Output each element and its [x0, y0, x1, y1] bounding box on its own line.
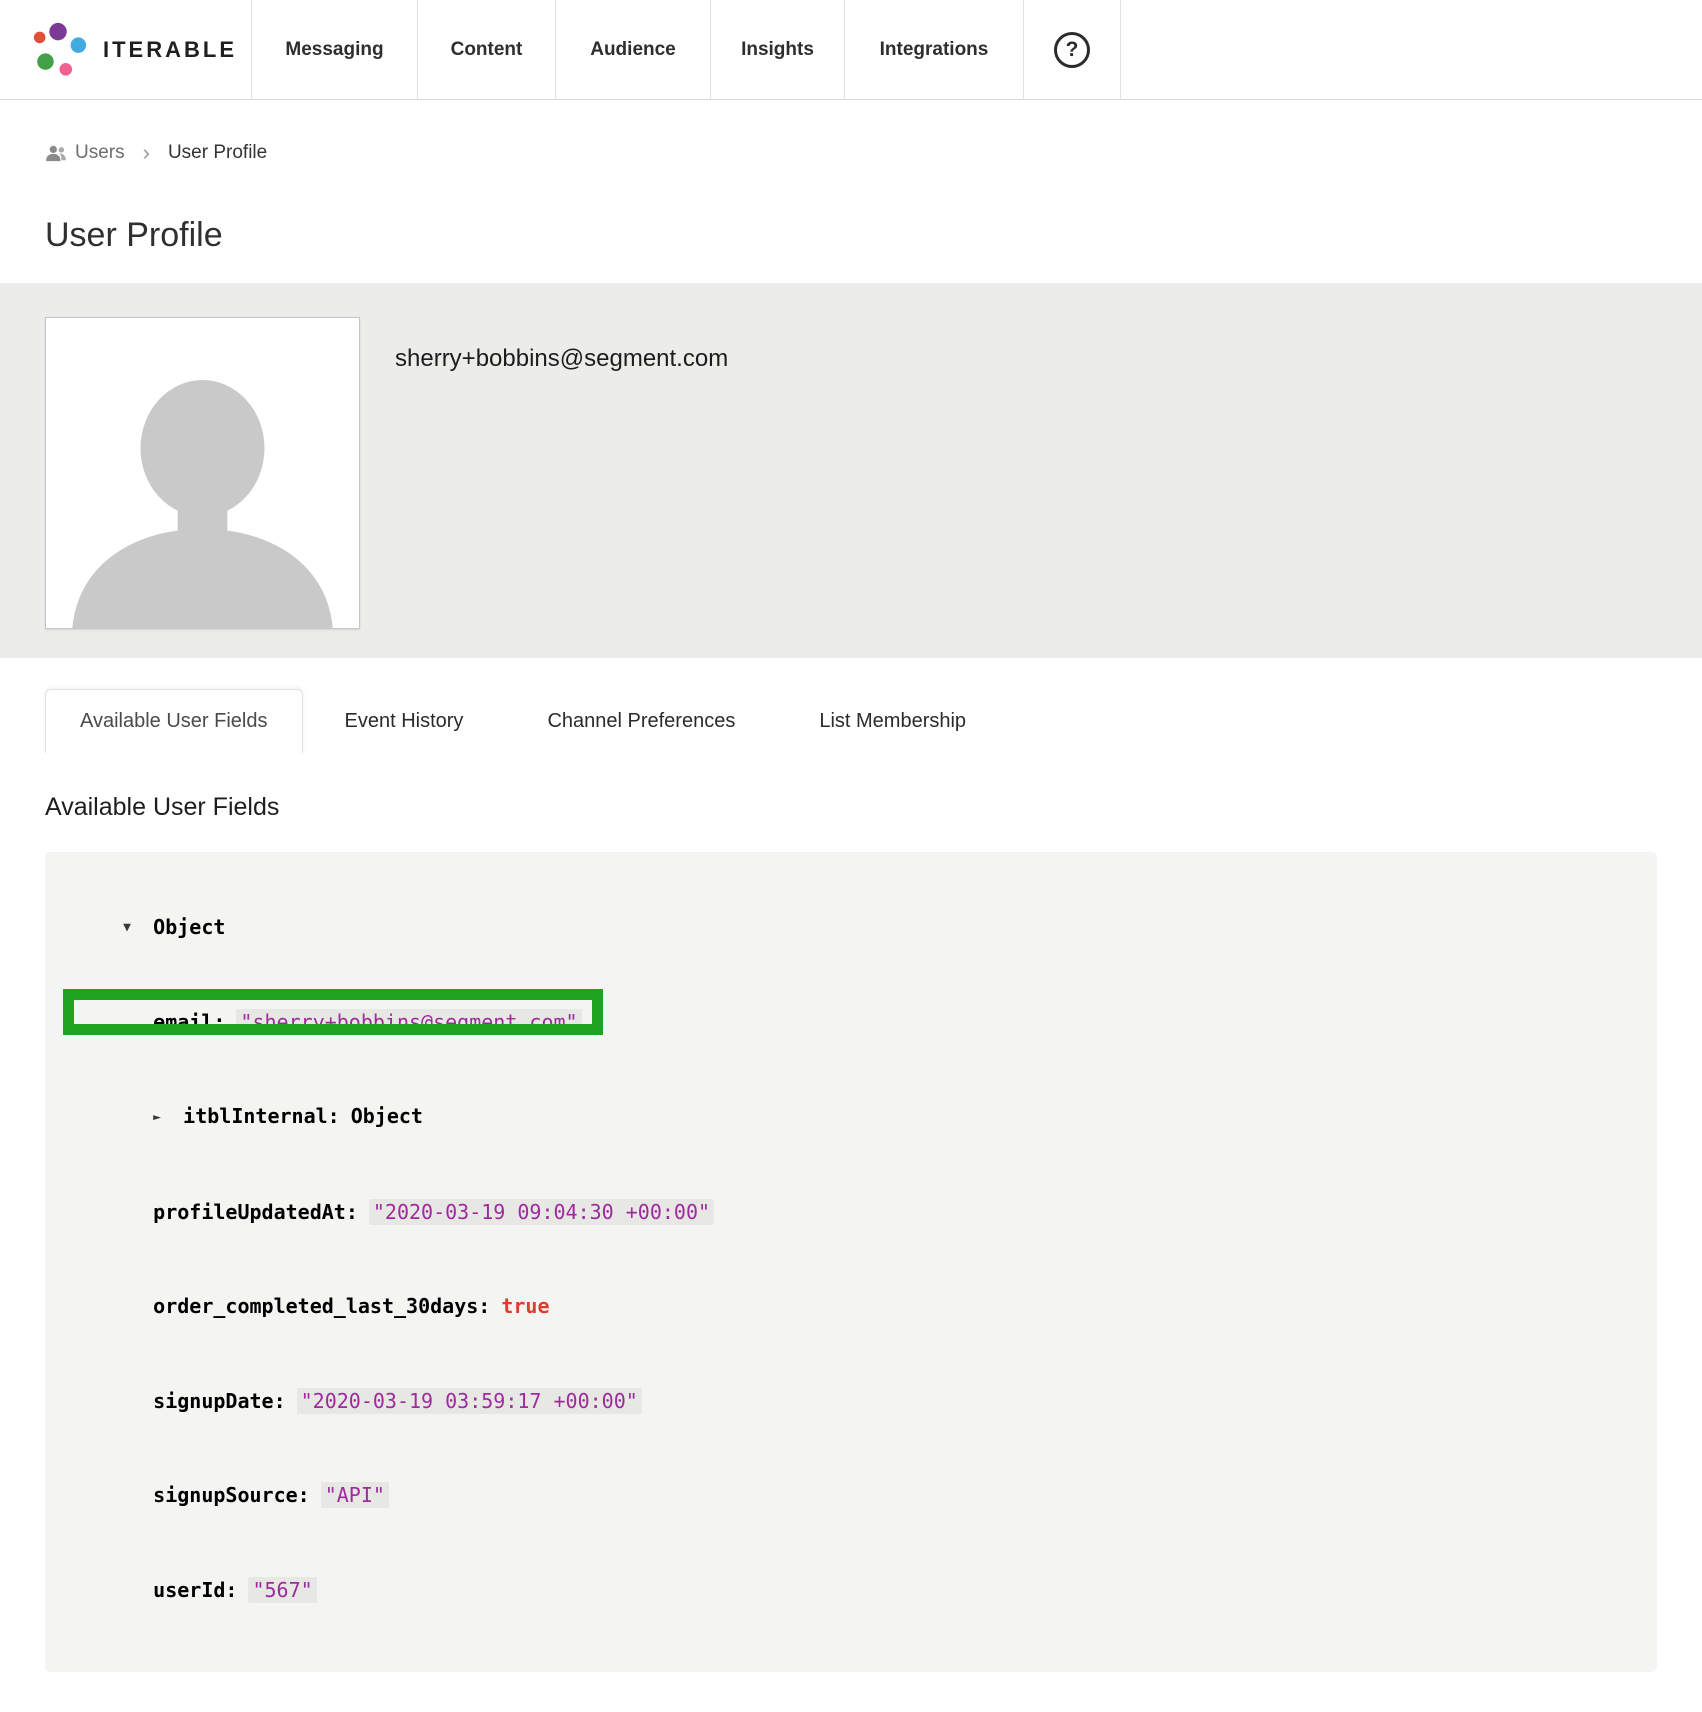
json-value: "2020-03-19 09:04:30 +00:00": [369, 1199, 714, 1225]
json-key: userId:: [153, 1578, 237, 1602]
user-email: sherry+bobbins@segment.com: [395, 345, 728, 373]
json-field-email: email: "sherry+bobbins@segment.com": [75, 975, 1627, 1070]
avatar-person-icon: [46, 318, 359, 628]
json-field-signupdate: signupDate: "2020-03-19 03:59:17 +00:00": [75, 1354, 1627, 1449]
json-value: "567": [248, 1577, 316, 1603]
json-value: "sherry+bobbins@segment.com": [236, 1009, 581, 1035]
avatar: [45, 317, 360, 629]
json-viewer: ▼Object email:"sherry+bobbins@segment.co…: [45, 852, 1657, 1672]
tab-channel-preferences[interactable]: Channel Preferences: [505, 689, 777, 753]
users-icon: [45, 144, 67, 162]
nav-item-insights-label: Insights: [741, 39, 814, 61]
nav-item-audience-label: Audience: [590, 39, 676, 61]
tab-channel-preferences-label: Channel Preferences: [547, 710, 735, 733]
json-field-itblinternal: ►itblInternal: Object: [75, 1070, 1627, 1165]
json-key: profileUpdatedAt:: [153, 1200, 358, 1224]
nav-item-content-label: Content: [451, 39, 523, 61]
iterable-logo-icon: [30, 21, 88, 79]
json-field-profileupdatedat: profileUpdatedAt: "2020-03-19 09:04:30 +0…: [75, 1165, 1627, 1260]
json-root-label: Object: [153, 915, 225, 939]
json-key: email:: [153, 1010, 225, 1034]
help-button[interactable]: ?: [1023, 0, 1121, 99]
breadcrumb-users-link[interactable]: Users: [45, 142, 125, 164]
nav-item-messaging[interactable]: Messaging: [251, 0, 417, 99]
tab-event-history-label: Event History: [345, 710, 464, 733]
json-value: "API": [321, 1482, 389, 1508]
tab-available-user-fields[interactable]: Available User Fields: [45, 689, 303, 753]
json-field-order-completed-last-30days: order_completed_last_30days: true: [75, 1260, 1627, 1355]
json-field-signupsource: signupSource: "API": [75, 1449, 1627, 1544]
json-key: signupDate:: [153, 1389, 285, 1413]
nav-item-content[interactable]: Content: [417, 0, 555, 99]
profile-tabs: Available User Fields Event History Chan…: [0, 658, 1702, 753]
nav-item-integrations-label: Integrations: [880, 39, 989, 61]
tab-list-membership[interactable]: List Membership: [777, 689, 1008, 753]
json-root-line: ▼Object: [75, 880, 1627, 975]
json-value: true: [501, 1294, 549, 1318]
json-value: Object: [351, 1104, 423, 1128]
json-key: signupSource:: [153, 1483, 310, 1507]
nav-item-messaging-label: Messaging: [285, 39, 383, 61]
page-title: User Profile: [0, 164, 1702, 255]
expand-arrow-icon[interactable]: ►: [153, 1102, 183, 1134]
nav-item-integrations[interactable]: Integrations: [844, 0, 1023, 99]
tab-list-membership-label: List Membership: [819, 710, 966, 733]
json-field-userid: userId: "567": [75, 1543, 1627, 1638]
chevron-right-icon: ›: [143, 142, 150, 164]
breadcrumb-users-label: Users: [75, 142, 125, 164]
json-key: order_completed_last_30days:: [153, 1294, 490, 1318]
breadcrumb: Users › User Profile: [0, 100, 1702, 164]
tab-available-user-fields-label: Available User Fields: [80, 710, 268, 733]
json-value: "2020-03-19 03:59:17 +00:00": [297, 1388, 642, 1414]
json-key: itblInternal:: [183, 1104, 340, 1128]
brand-name: ITERABLE: [103, 37, 237, 63]
breadcrumb-current: User Profile: [168, 142, 267, 164]
nav-item-insights[interactable]: Insights: [710, 0, 844, 99]
top-navigation: ITERABLE Messaging Content Audience Insi…: [0, 0, 1702, 100]
profile-hero-section: sherry+bobbins@segment.com: [0, 283, 1702, 658]
collapse-arrow-icon[interactable]: ▼: [123, 912, 153, 944]
section-heading: Available User Fields: [0, 753, 1702, 822]
brand-home-link[interactable]: ITERABLE: [0, 0, 251, 99]
tab-event-history[interactable]: Event History: [303, 689, 506, 753]
help-icon: ?: [1054, 32, 1090, 68]
nav-item-audience[interactable]: Audience: [555, 0, 710, 99]
